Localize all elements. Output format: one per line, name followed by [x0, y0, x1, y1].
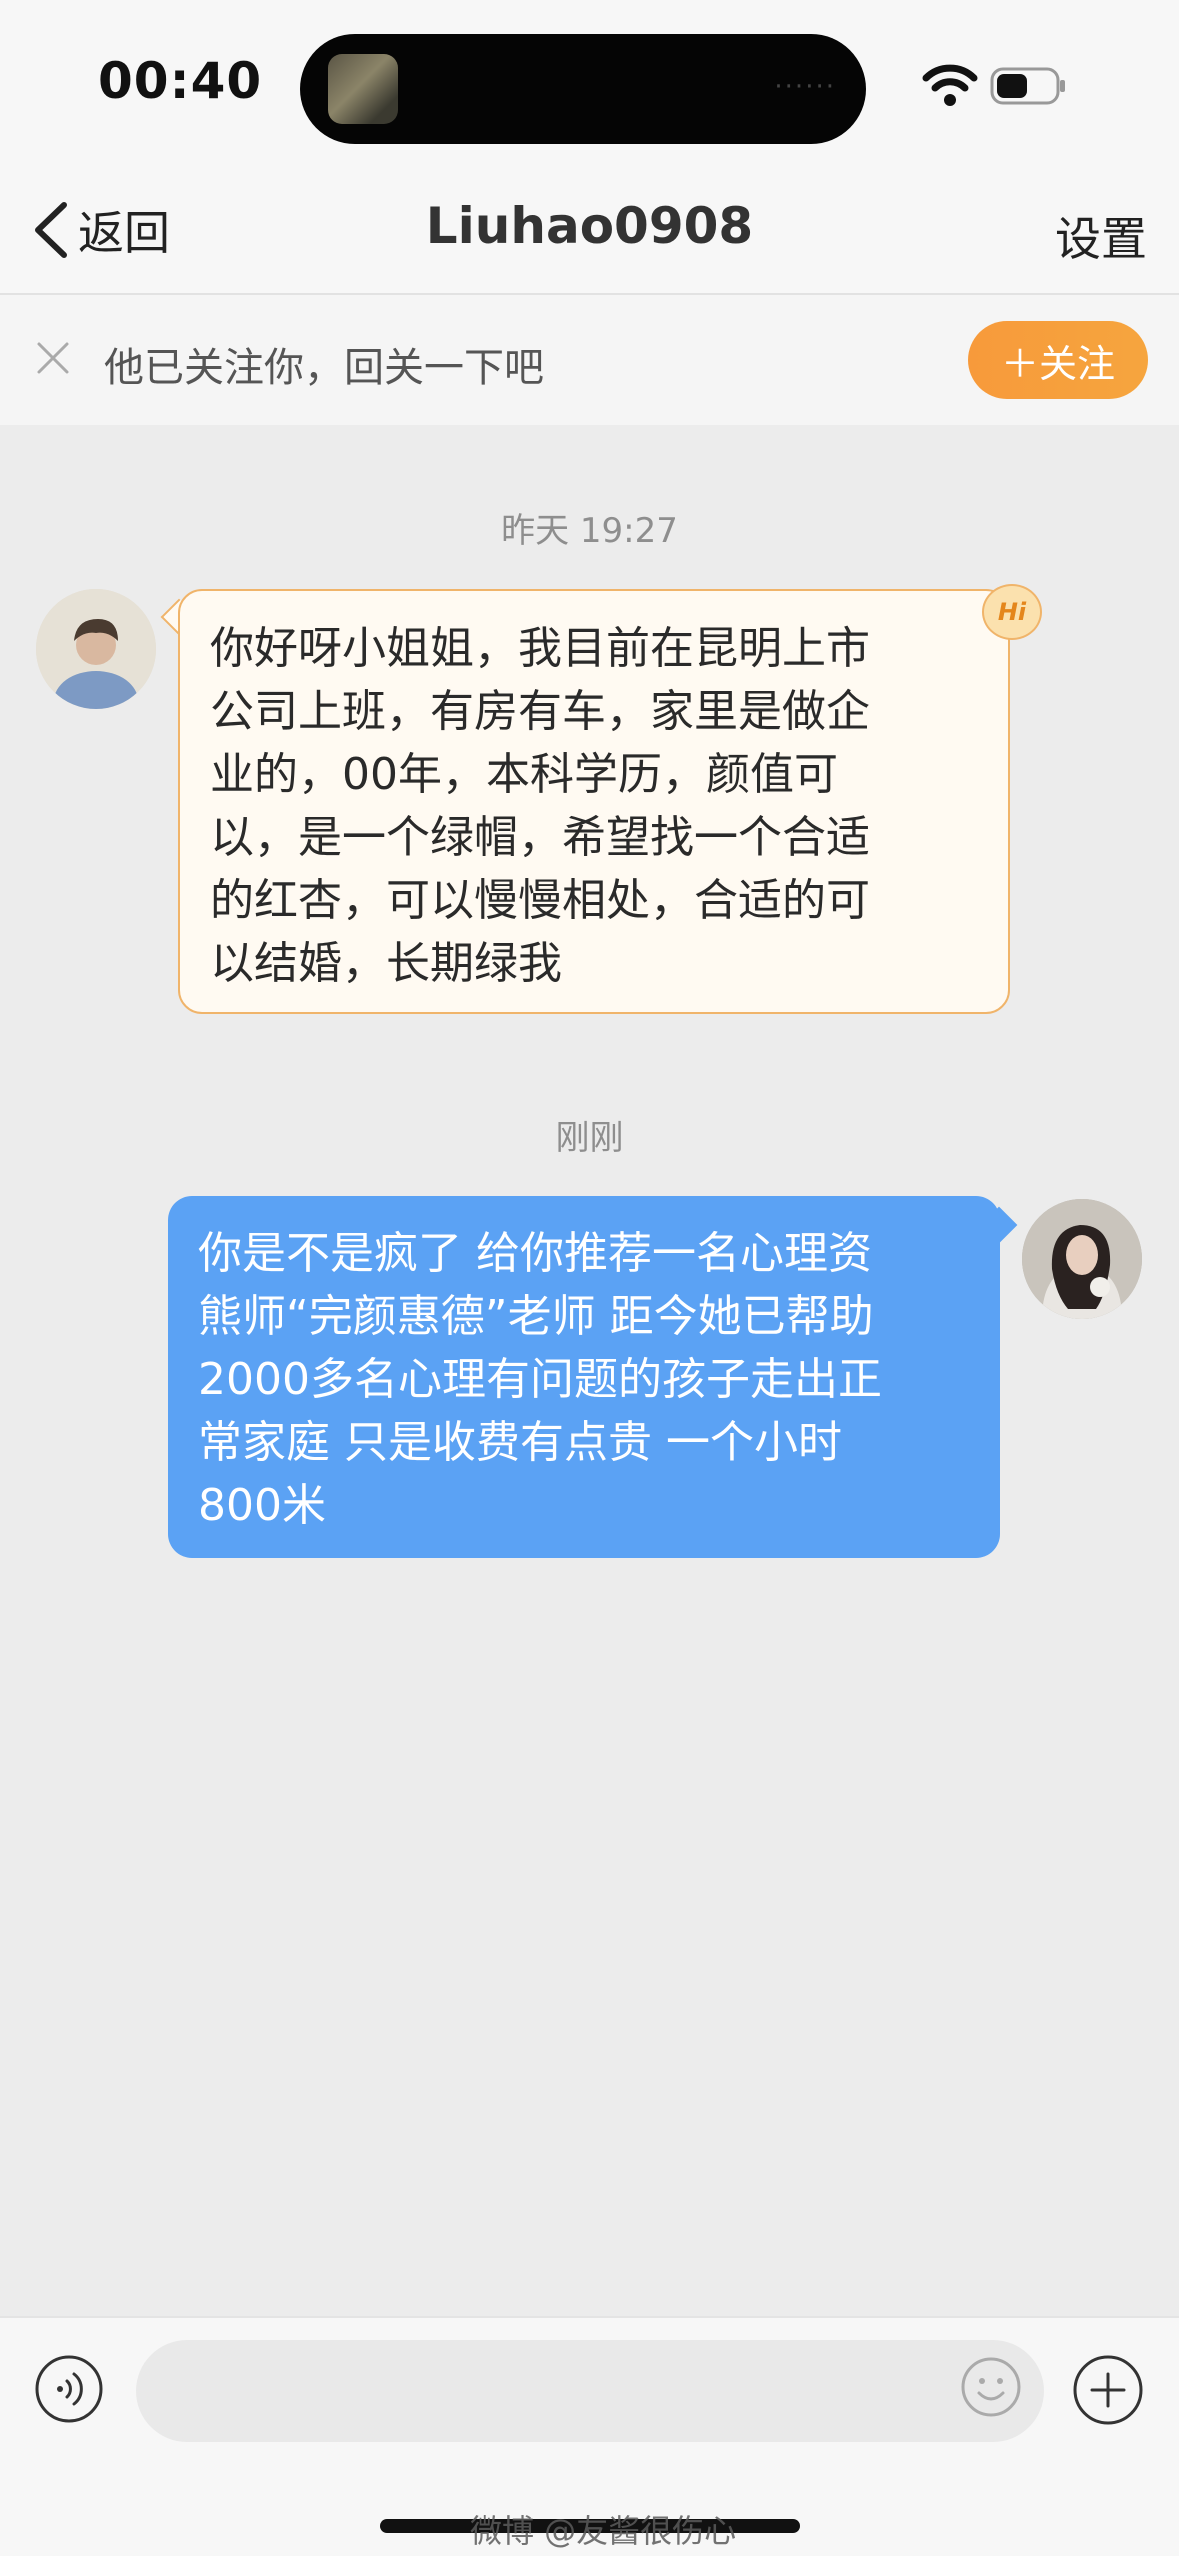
message-line: 你好呀小姐姐，我目前在昆明上市: [210, 623, 870, 674]
navigation-bar: 返回 Liuhao0908 设置: [0, 165, 1179, 295]
outgoing-message-bubble[interactable]: 你是不是疯了 给你推荐一名心理资 熊师“完颜惠德”老师 距今她已帮助 2000多…: [168, 1196, 1000, 1558]
message-line: 2000多名心理有问题的孩子走出正: [198, 1354, 882, 1405]
message-line: 常家庭 只是收费有点贵 一个小时: [198, 1417, 842, 1468]
message-line: 公司上班，有房有车，家里是做企: [210, 686, 870, 737]
wifi-icon: [922, 64, 978, 106]
message-timestamp: 刚刚: [555, 1118, 624, 1158]
battery-icon: [990, 67, 1065, 105]
status-bar: 00:40 ······: [0, 0, 1179, 165]
message-line: 800米: [198, 1480, 326, 1531]
my-avatar[interactable]: [1022, 1199, 1142, 1319]
message-line: 你是不是疯了 给你推荐一名心理资: [198, 1228, 872, 1279]
incoming-message-bubble[interactable]: 你好呀小姐姐，我目前在昆明上市 公司上班，有房有车，家里是做企 业的，00年，本…: [178, 589, 1010, 1014]
follow-back-prompt: 他已关注你，回关一下吧: [104, 345, 544, 391]
message-line: 的红杏，可以慢慢相处，合适的可: [210, 875, 870, 926]
audio-wave-icon: ······: [774, 72, 836, 102]
close-icon[interactable]: [36, 341, 70, 375]
hi-badge-icon: Hi: [982, 584, 1042, 640]
message-line: 业的，00年，本科学历，颜值可: [210, 749, 838, 800]
follow-back-banner: 他已关注你，回关一下吧 ＋关注: [0, 295, 1179, 425]
now-playing-thumbnail: [328, 54, 398, 124]
message-line: 以，是一个绿帽，希望找一个合适: [210, 812, 870, 863]
follow-button[interactable]: ＋关注: [968, 321, 1148, 399]
plus-icon[interactable]: [1072, 2354, 1144, 2426]
settings-button[interactable]: 设置: [1055, 203, 1147, 269]
watermark: 微博 @友酱很伤心: [470, 2512, 737, 2550]
emoji-icon[interactable]: [960, 2356, 1022, 2418]
status-time: 00:40: [98, 52, 263, 110]
input-bar: 微博 @友酱很伤心: [0, 2316, 1179, 2556]
message-line: 熊师“完颜惠德”老师 距今她已帮助: [198, 1291, 874, 1342]
other-user-avatar[interactable]: [36, 589, 156, 709]
voice-icon[interactable]: [34, 2354, 104, 2424]
avatar-image: [1022, 1199, 1142, 1319]
message-line: 以结婚，长期绿我: [210, 938, 562, 989]
conversation-title: Liuhao0908: [425, 197, 754, 255]
message-timestamp: 昨天 19:27: [501, 511, 678, 551]
dynamic-island[interactable]: ······: [300, 34, 866, 144]
avatar-image: [36, 589, 156, 709]
message-input[interactable]: [136, 2340, 1044, 2442]
